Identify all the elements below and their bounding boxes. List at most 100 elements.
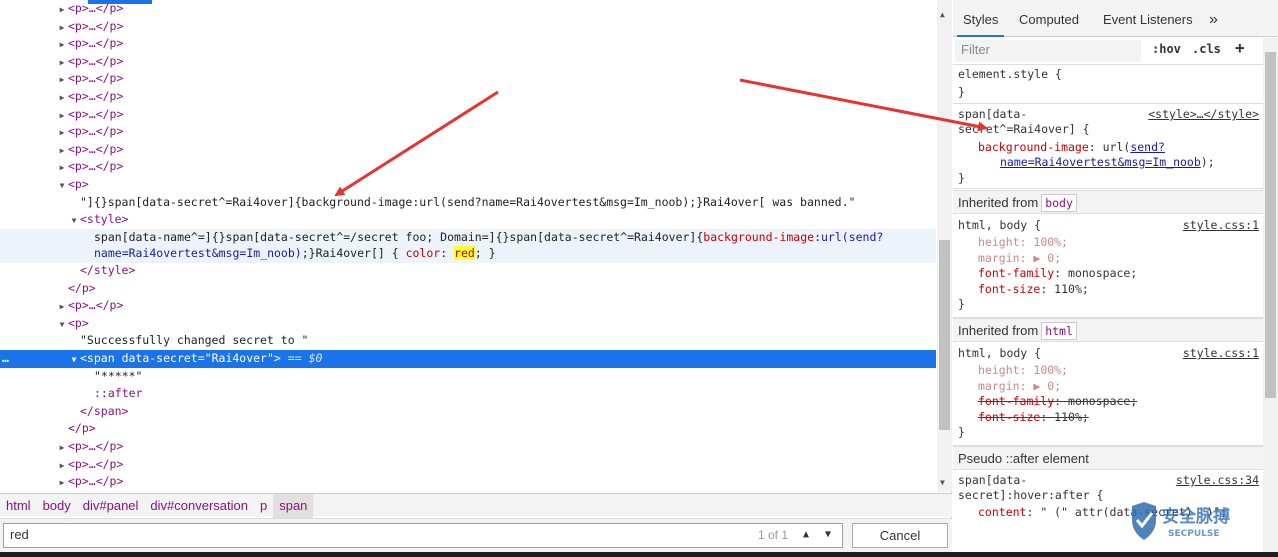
dom-tree[interactable]: ▶ <p>…</p> ▶ <p>…</p> ▶ <p>…</p> ▶ <p>…</p> …: [0, 0, 936, 492]
dom-node-p-collapsed[interactable]: ▶ <p>…</p>: [0, 53, 936, 71]
collapse-triangle-icon[interactable]: ▼: [56, 177, 68, 195]
collapse-triangle-icon[interactable]: ▼: [56, 316, 68, 334]
rule-source-link[interactable]: style.css:34: [1176, 473, 1259, 487]
dom-node-style[interactable]: ▼ <style>: [0, 211, 936, 229]
tab-computed[interactable]: Computed: [1019, 0, 1079, 37]
declaration[interactable]: background-image: url(send?: [978, 140, 1165, 156]
add-rule-button[interactable]: +: [1235, 38, 1245, 57]
rule-source-link[interactable]: <style>…</style>: [1148, 107, 1259, 121]
declaration-cont[interactable]: name=Rai4overtest&msg=Im_noob);: [1000, 155, 1215, 171]
scroll-down-icon[interactable]: ▼: [940, 478, 945, 487]
dom-node-p-close[interactable]: </p>: [0, 280, 936, 298]
expand-triangle-icon[interactable]: ▶: [56, 457, 68, 475]
expand-triangle-icon[interactable]: ▶: [56, 107, 68, 125]
dom-node-p-collapsed[interactable]: ▶ <p>…</p>: [0, 123, 936, 141]
dom-node-p-collapsed[interactable]: ▶ <p>…</p>: [0, 18, 936, 36]
hov-toggle[interactable]: :hov: [1152, 42, 1181, 56]
shield-icon: 安全脉搏 SECPULSE: [1132, 502, 1230, 540]
style-content-line-1[interactable]: span[data-name^=]{}span[data-secret^=/se…: [0, 229, 936, 247]
breadcrumb-p[interactable]: p: [254, 494, 273, 518]
dom-tree-scrollbar[interactable]: ▲ ▼: [937, 0, 952, 492]
styles-scrollbar[interactable]: [1263, 38, 1278, 552]
expand-triangle-icon[interactable]: ▶: [56, 124, 68, 142]
expand-triangle-icon[interactable]: ▶: [56, 474, 68, 492]
search-prev-button[interactable]: ▲: [796, 525, 816, 545]
dom-node-p-collapsed[interactable]: ▶ <p>…</p>: [0, 158, 936, 176]
breadcrumb-span[interactable]: span: [273, 493, 314, 518]
dom-node-p-open[interactable]: ▼ <p>: [0, 176, 936, 194]
styles-pane: Styles Computed Event Listeners » Filter…: [953, 0, 1278, 552]
breadcrumb-div-panel[interactable]: div#panel: [77, 494, 145, 518]
cls-toggle[interactable]: .cls: [1192, 42, 1221, 56]
styles-tabs: Styles Computed Event Listeners »: [953, 0, 1278, 37]
dom-node-p-close[interactable]: </p>: [0, 420, 936, 438]
expand-triangle-icon[interactable]: ▶: [56, 89, 68, 107]
collapse-triangle-icon[interactable]: ▼: [68, 351, 80, 369]
style-rule-html-body: html, body { style.css:1 height: 100%; m…: [953, 215, 1263, 318]
dom-node-p-collapsed[interactable]: ▶ <p>…</p>: [0, 438, 936, 456]
pseudo-after-header: Pseudo ::after element: [953, 446, 1263, 470]
style-rule-html-body-inherited: html, body { style.css:1 height: 100%; m…: [953, 343, 1263, 446]
svg-text:安全脉搏: 安全脉搏: [1162, 506, 1230, 527]
inherited-from-html-header: Inherited from html: [953, 318, 1263, 342]
search-input[interactable]: red: [3, 523, 843, 548]
dom-node-p-collapsed[interactable]: ▶ <p>…</p>: [0, 141, 936, 159]
element-style-rule: element.style { }: [953, 66, 1263, 104]
breadcrumb-body[interactable]: body: [37, 494, 77, 518]
svg-text:SECPULSE: SECPULSE: [1168, 529, 1220, 539]
expand-triangle-icon[interactable]: ▶: [56, 439, 68, 457]
dom-node-span-close[interactable]: </span>: [0, 403, 936, 421]
more-tabs-icon[interactable]: »: [1209, 0, 1218, 37]
scrollbar-thumb[interactable]: [939, 240, 950, 430]
rule-source-link[interactable]: style.css:1: [1183, 346, 1259, 360]
elements-panel: ▶ <p>…</p> ▶ <p>…</p> ▶ <p>…</p> ▶ <p>…</p> …: [0, 0, 952, 557]
dom-pseudo-after[interactable]: ::after: [0, 385, 936, 403]
tab-styles[interactable]: Styles: [957, 0, 1005, 37]
expand-triangle-icon[interactable]: ▶: [56, 159, 68, 177]
taskbar-strip: [0, 552, 1278, 557]
more-options-icon[interactable]: …: [2, 350, 9, 368]
inherited-from-body-header: Inherited from body: [953, 190, 1263, 214]
rule-source-link[interactable]: style.css:1: [1183, 218, 1259, 232]
breadcrumb: html body div#panel div#conversation p s…: [0, 493, 952, 518]
search-match-count: 1 of 1: [758, 528, 789, 542]
secpulse-watermark-logo: 安全脉搏 SECPULSE: [1128, 500, 1268, 544]
filter-input[interactable]: Filter: [955, 40, 1141, 62]
tab-event-listeners[interactable]: Event Listeners: [1103, 0, 1193, 37]
search-bar: red 1 of 1 ▲ ▼ Cancel: [0, 518, 952, 552]
expand-triangle-icon[interactable]: ▶: [56, 142, 68, 160]
dom-node-p-collapsed[interactable]: ▶ <p>…</p>: [0, 297, 936, 315]
expand-triangle-icon[interactable]: ▶: [56, 54, 68, 72]
dom-node-p-collapsed[interactable]: ▶ <p>…</p>: [0, 35, 936, 53]
dom-node-style-close[interactable]: </style>: [0, 262, 936, 280]
cancel-button[interactable]: Cancel: [852, 523, 948, 548]
dom-node-span-selected[interactable]: … ▼ <span data-secret="Rai4over"> == $0: [0, 350, 936, 368]
dom-node-p-collapsed[interactable]: ▶ <p>…</p>: [0, 70, 936, 88]
dom-node-p-collapsed[interactable]: ▶ <p>…</p>: [0, 0, 936, 18]
dom-node-p-collapsed[interactable]: ▶ <p>…</p>: [0, 106, 936, 124]
dom-node-p-collapsed[interactable]: ▶ <p>…</p>: [0, 456, 936, 474]
search-next-button[interactable]: ▼: [818, 525, 838, 545]
dom-text-node[interactable]: "Successfully changed secret to ": [0, 332, 936, 350]
inherited-tag-body[interactable]: body: [1041, 194, 1077, 212]
breadcrumb-html[interactable]: html: [0, 494, 37, 518]
dom-node-p-open[interactable]: ▼ <p>: [0, 315, 936, 333]
breadcrumb-div-conversation[interactable]: div#conversation: [144, 494, 254, 518]
dom-node-p-collapsed[interactable]: ▶ <p>…</p>: [0, 473, 936, 491]
filter-row: Filter :hov .cls +: [953, 38, 1263, 65]
expand-triangle-icon[interactable]: ▶: [56, 19, 68, 37]
style-content-line-2[interactable]: name=Rai4overtest&msg=Im_noob);}Rai4over…: [0, 245, 936, 263]
scrollbar-thumb[interactable]: [1265, 52, 1276, 398]
dom-node-p-collapsed[interactable]: ▶ <p>…</p>: [0, 88, 936, 106]
expand-triangle-icon[interactable]: ▶: [56, 36, 68, 54]
dom-text-node[interactable]: "*****": [0, 368, 936, 386]
inherited-tag-html[interactable]: html: [1041, 322, 1077, 340]
search-match-highlight: red: [454, 246, 475, 260]
dom-text-node[interactable]: "]{}span[data-secret^=Rai4over]{backgrou…: [0, 194, 936, 212]
expand-triangle-icon[interactable]: ▶: [56, 71, 68, 89]
expand-triangle-icon[interactable]: ▶: [56, 298, 68, 316]
expand-triangle-icon[interactable]: ▶: [56, 1, 68, 19]
style-rule-data-secret: span[data- <style>…</style> secret^=Rai4…: [953, 105, 1263, 189]
collapse-triangle-icon[interactable]: ▼: [68, 212, 80, 230]
scroll-up-icon[interactable]: ▲: [940, 10, 945, 19]
